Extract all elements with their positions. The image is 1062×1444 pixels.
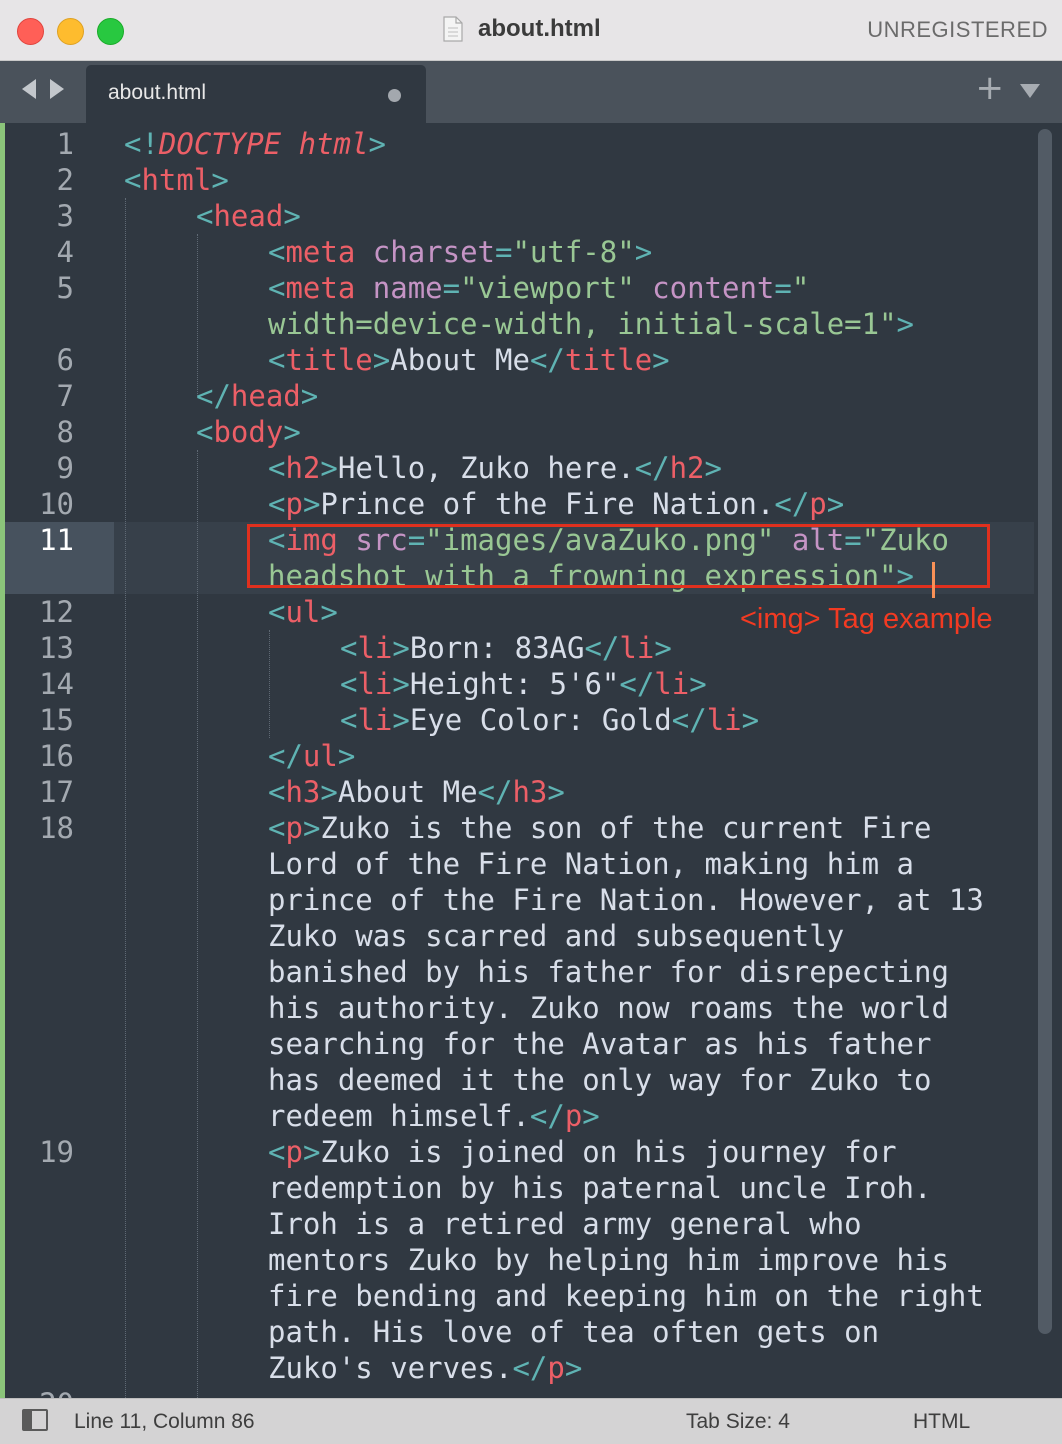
line-number: 20 (0, 1386, 74, 1398)
code-line-17: <h3>About Me</h3> (268, 775, 565, 809)
document-icon (443, 16, 463, 42)
code-line-19-wrap: mentors Zuko by helping him improve his (268, 1243, 949, 1277)
toggle-sidebar-icon[interactable] (22, 1409, 48, 1431)
line-number: 4 (56, 235, 74, 269)
indent-guide (197, 450, 198, 1398)
vertical-scrollbar[interactable] (1038, 129, 1052, 1334)
code-line-9: <h2>Hello, Zuko here.</h2> (268, 451, 722, 485)
code-line-18-wrap: banished by his father for disrepecting (268, 955, 949, 989)
line-number: 12 (39, 595, 74, 629)
code-line-18-wrap: Zuko was scarred and subsequently (268, 919, 845, 953)
code-line-12: <ul> (268, 595, 338, 629)
code-line-19-wrap: Zuko's verves.</p> (268, 1351, 583, 1385)
line-number: 18 (39, 811, 74, 845)
tab-back-arrow-icon[interactable] (22, 79, 36, 99)
close-window-button[interactable] (17, 18, 44, 45)
line-number-active: 11 (39, 523, 74, 557)
line-number: 10 (39, 487, 74, 521)
line-number: 9 (56, 451, 74, 485)
code-line-18-wrap: searching for the Avatar as his father (268, 1027, 932, 1061)
code-line-8: <body> (196, 415, 301, 449)
syntax-selector[interactable]: HTML (913, 1410, 970, 1434)
annotation-label: <img> Tag example (740, 603, 993, 635)
code-line-19-wrap: fire bending and keeping him on the righ… (268, 1279, 984, 1313)
code-line-19: <p>Zuko is joined on his journey for (268, 1135, 897, 1169)
code-line-18: <p>Zuko is the son of the current Fire (268, 811, 932, 845)
tab-bar: about.html + (0, 61, 1062, 123)
code-line-19-wrap: Iroh is a retired army general who (268, 1207, 862, 1241)
line-number: 6 (56, 343, 74, 377)
line-number: 13 (39, 631, 74, 665)
new-tab-plus-icon[interactable]: + (976, 71, 1005, 105)
code-line-15: <li>Eye Color: Gold</li> (340, 703, 760, 737)
code-line-1: <!DOCTYPE html> (124, 127, 386, 161)
code-line-14: <li>Height: 5'6"</li> (340, 667, 707, 701)
code-line-4: <meta charset="utf-8"> (268, 235, 653, 269)
code-line-19-wrap: path. His love of tea often gets on (268, 1315, 880, 1349)
code-line-5: <meta name="viewport" content=" (268, 271, 810, 305)
cursor-position: Line 11, Column 86 (74, 1410, 255, 1433)
title-bar: about.html UNREGISTERED (0, 0, 1062, 61)
annotation-highlight-box (247, 524, 990, 588)
tab-label: about.html (108, 81, 207, 104)
line-number: 2 (56, 163, 74, 197)
indent-guide (269, 630, 270, 738)
editor-window: about.html UNREGISTERED about.html + 1 2… (0, 0, 1062, 1444)
code-line-3: <head> (196, 199, 301, 233)
line-number: 14 (39, 667, 74, 701)
code-line-18-wrap: his authority. Zuko now roams the world (268, 991, 949, 1025)
minimize-window-button[interactable] (57, 18, 84, 45)
line-number: 5 (56, 271, 74, 305)
code-line-19-wrap: redemption by his paternal uncle Iroh. (268, 1171, 932, 1205)
line-number: 16 (39, 739, 74, 773)
line-number: 3 (56, 199, 74, 233)
unregistered-label: UNREGISTERED (867, 17, 1048, 42)
tab-list-dropdown-icon[interactable] (1020, 84, 1040, 98)
code-line-7: </head> (196, 379, 319, 413)
line-number: 19 (39, 1135, 74, 1169)
indent-guide (125, 198, 126, 1398)
line-number: 7 (56, 379, 74, 413)
unsaved-dot-icon[interactable] (388, 89, 401, 102)
tab-about-html[interactable]: about.html (86, 65, 426, 123)
indent-guide (197, 234, 198, 396)
code-line-18-wrap: has deemed it the only way for Zuko to (268, 1063, 932, 1097)
code-line-18-wrap: Lord of the Fire Nation, making him a (268, 847, 915, 881)
code-line-13: <li>Born: 83AG</li> (340, 631, 672, 665)
code-line-18-wrap: prince of the Fire Nation. However, at 1… (268, 883, 984, 917)
line-number: 15 (39, 703, 74, 737)
zoom-window-button[interactable] (97, 18, 124, 45)
tab-size-selector[interactable]: Tab Size: 4 (686, 1410, 790, 1434)
line-number: 8 (56, 415, 74, 449)
code-line-2: <html> (124, 163, 229, 197)
code-line-18-wrap: redeem himself.</p> (268, 1099, 600, 1133)
line-number: 17 (39, 775, 74, 809)
status-bar: Line 11, Column 86 Tab Size: 4 HTML (0, 1398, 1062, 1444)
code-line-6: <title>About Me</title> (268, 343, 670, 377)
window-title: about.html (478, 15, 601, 42)
tab-forward-arrow-icon[interactable] (50, 79, 64, 99)
code-editor[interactable]: 1 2 3 4 5 6 7 8 9 10 11 12 13 14 15 16 1… (0, 123, 1062, 1398)
code-line-5-wrap: width=device-width, initial-scale=1"> (268, 307, 915, 341)
line-number: 1 (56, 127, 74, 161)
code-line-16: </ul> (268, 739, 356, 773)
text-cursor (932, 562, 935, 598)
code-line-10: <p>Prince of the Fire Nation.</p> (268, 487, 845, 521)
